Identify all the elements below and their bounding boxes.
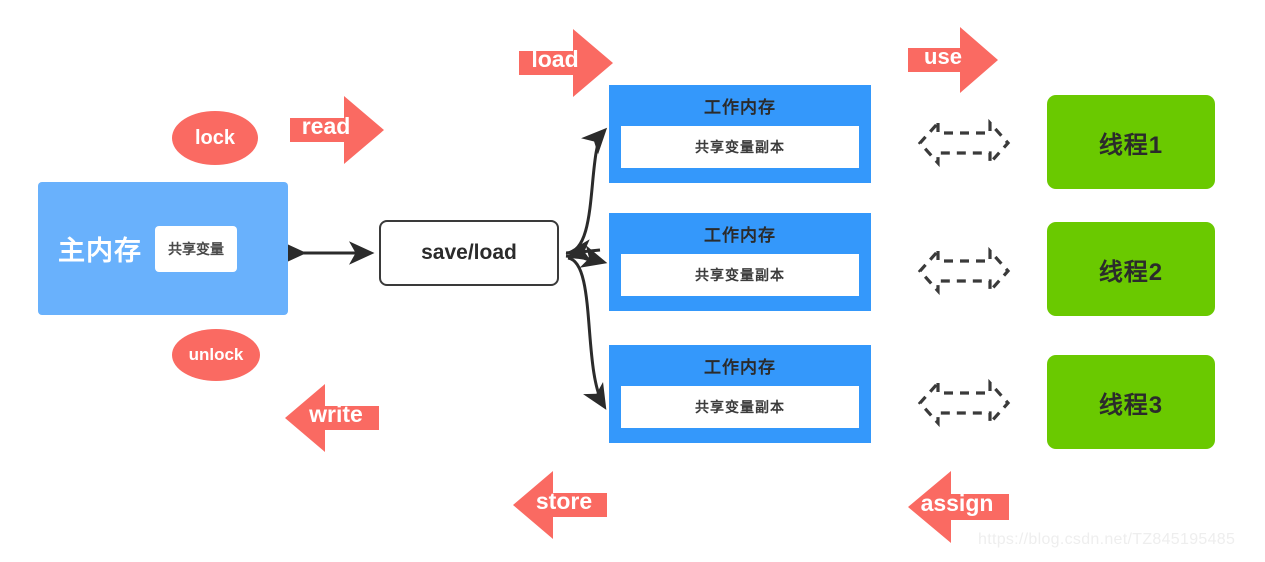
use-arrow-label: use <box>924 44 962 69</box>
thread-box-3: 线程3 <box>1047 355 1215 449</box>
thread-box-1: 线程1 <box>1047 95 1215 189</box>
working-memory-title: 工作内存 <box>704 358 776 377</box>
dashed-double-arrow-2 <box>917 246 1011 296</box>
working-memory-title: 工作内存 <box>704 226 776 245</box>
shared-variable-box: 共享变量 <box>155 225 237 272</box>
jmm-diagram-canvas: 主内存 共享变量 save/load 工作内存 共享变量副本 工作内存 共享变量… <box>0 0 1265 562</box>
dashed-double-arrow-1 <box>917 118 1011 168</box>
read-arrow-label: read <box>301 112 351 139</box>
shared-variable-copy: 共享变量副本 <box>621 386 859 428</box>
main-memory-label: 主内存 <box>58 236 142 266</box>
lock-pill: lock <box>172 111 258 165</box>
working-memory-title: 工作内存 <box>704 98 776 117</box>
save-load-box: save/load <box>379 220 559 286</box>
dashed-double-arrow-3 <box>917 378 1011 428</box>
working-memory-box-3: 工作内存 共享变量副本 <box>609 345 871 443</box>
working-memory-box-2: 工作内存 共享变量副本 <box>609 213 871 311</box>
shared-variable-copy: 共享变量副本 <box>621 254 859 296</box>
unlock-pill: unlock <box>172 329 260 381</box>
main-memory-box: 主内存 共享变量 <box>38 182 288 315</box>
assign-arrow-label: assign <box>920 489 994 516</box>
shared-variable-copy: 共享变量副本 <box>621 126 859 168</box>
watermark-text: https://blog.csdn.net/TZ845195485 <box>978 531 1236 548</box>
write-arrow-label: write <box>309 400 363 427</box>
load-arrow-label: load <box>531 45 579 72</box>
thread-box-2: 线程2 <box>1047 222 1215 316</box>
working-memory-box-1: 工作内存 共享变量副本 <box>609 85 871 183</box>
store-arrow-label: store <box>535 487 593 514</box>
